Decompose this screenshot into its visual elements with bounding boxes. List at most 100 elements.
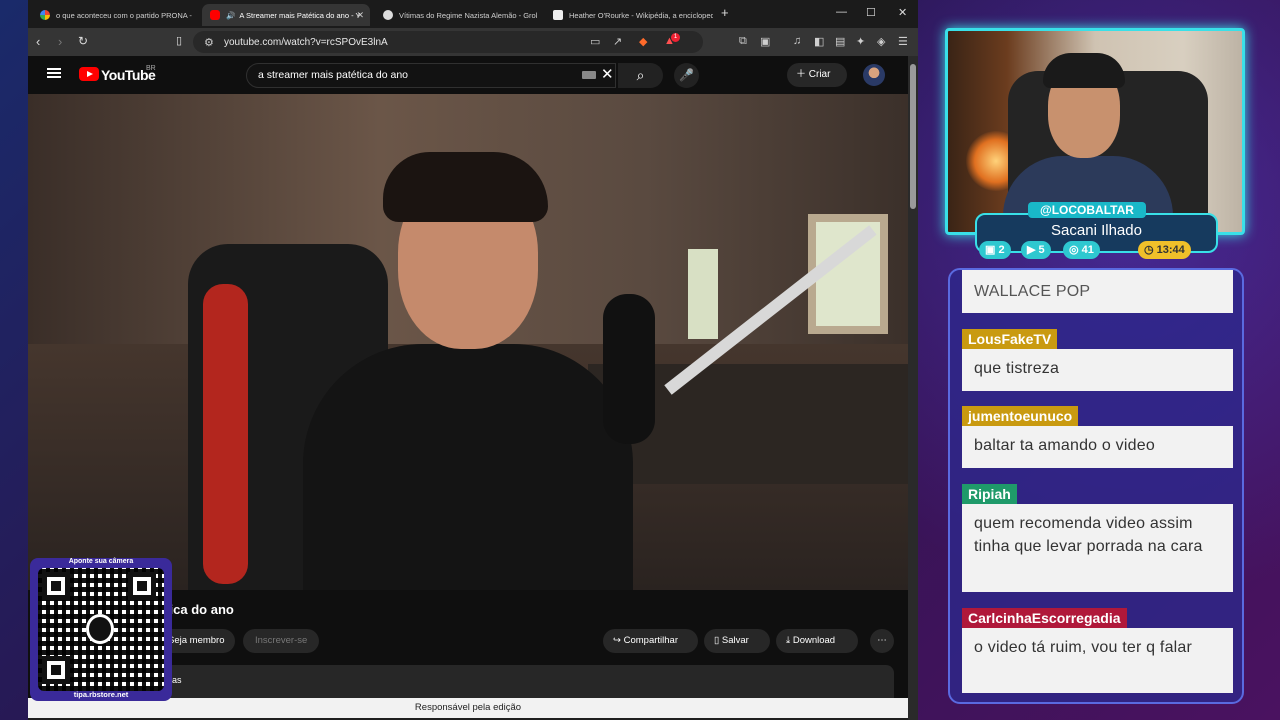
maximize-icon[interactable]: ☐ — [866, 6, 876, 19]
search-query[interactable]: a streamer mais patética do ano — [258, 69, 408, 81]
media-icon[interactable]: ♫ — [793, 35, 801, 47]
reload-icon[interactable]: ↻ — [78, 34, 88, 48]
bookmark-icon[interactable]: ▯ — [176, 34, 182, 47]
create-button[interactable]: ＋ Criar — [787, 63, 847, 87]
tab-strip: o que aconteceu com o partido PRONA - Pe… — [28, 0, 918, 28]
microphone-icon: 🎤 — [679, 68, 694, 82]
share-page-icon[interactable]: ↗ — [613, 35, 622, 48]
stat-time-value: 13:44 — [1156, 244, 1185, 256]
stat-chat-value: 2 — [998, 244, 1005, 256]
google-icon — [40, 10, 50, 20]
search-icon: ⌕ — [636, 67, 645, 83]
chat-username: CarlcinhaEscorregadia — [962, 608, 1127, 628]
share-label: Compartilhar — [623, 635, 678, 646]
play-icon: ▶ — [1027, 244, 1039, 256]
qr-bottom-text: tipa.rbstore.net — [73, 690, 129, 699]
download-label: Download — [792, 635, 836, 646]
vpn-icon[interactable]: ◈ — [877, 35, 885, 48]
url-text[interactable]: youtube.com/watch?v=rcSPOvE3lnA — [224, 37, 388, 48]
cast-icon[interactable]: ▭ — [590, 35, 600, 48]
new-tab-button[interactable]: + — [721, 5, 729, 20]
video-microphone — [603, 294, 655, 444]
tab-title: o que aconteceu com o partido PRONA - Pe — [56, 10, 194, 20]
speaker-icon: 🔊 — [226, 10, 236, 20]
scrollbar-thumb[interactable] — [910, 64, 916, 209]
menu-icon[interactable]: ☰ — [898, 35, 908, 48]
share-button[interactable]: ↪ Compartilhar — [603, 629, 698, 653]
tab-grok[interactable]: Vítimas do Regime Nazista Alemão - Grok — [375, 4, 537, 26]
video-person-hair — [383, 152, 548, 222]
save-button[interactable]: ▯ Salvar — [704, 629, 770, 653]
more-actions-button[interactable]: ⋯ — [870, 629, 894, 653]
chat-username: LousFakeTV — [962, 329, 1058, 349]
chat-message: quem recomenda video assim tinha que lev… — [962, 504, 1233, 592]
webcam-streamer-hair — [1043, 53, 1125, 88]
clear-search-icon[interactable]: ✕ — [601, 65, 614, 83]
extensions-icon[interactable]: ⧉ — [739, 35, 747, 48]
youtube-icon — [210, 10, 220, 20]
stat-chat: ▣ 2 — [979, 241, 1011, 259]
sidebar-icon[interactable]: ◧ — [814, 35, 824, 48]
youtube-header: YouTube BR a streamer mais patética do a… — [28, 56, 908, 94]
chat-bubble-icon: ▣ — [985, 244, 999, 256]
qr-logo-icon — [86, 614, 114, 644]
qr-finder — [42, 656, 70, 684]
stat-videos: ▶ 5 — [1021, 241, 1051, 259]
plus-icon: ＋ — [796, 69, 809, 80]
tab-wikipedia[interactable]: Heather O'Rourke - Wikipédia, a enciclop… — [545, 4, 713, 26]
video-player[interactable] — [28, 94, 908, 590]
chat-message: que tistreza — [962, 349, 1233, 391]
streamer-name: Sacani Ilhado — [1051, 222, 1142, 239]
create-label: Criar — [808, 69, 831, 80]
screenshot-icon[interactable]: ▣ — [760, 35, 770, 48]
youtube-logo-icon[interactable] — [79, 67, 99, 81]
status-bar: Responsável pela edição — [28, 698, 908, 718]
close-window-icon[interactable]: ✕ — [898, 6, 907, 19]
save-label: Salvar — [721, 635, 749, 646]
wallet-icon[interactable]: ▤ — [835, 35, 845, 48]
leo-ai-icon[interactable]: ✦ — [856, 35, 865, 48]
tab-title: Heather O'Rourke - Wikipédia, a enciclop… — [569, 10, 713, 20]
address-bar-row: ‹ › ↻ ▯ ⚙ youtube.com/watch?v=rcSPOvE3ln… — [28, 28, 918, 56]
site-info-icon[interactable]: ⚙ — [204, 36, 214, 49]
stat-viewers-value: 41 — [1081, 244, 1094, 256]
download-icon: ⤓ — [786, 635, 793, 646]
wikipedia-icon — [553, 10, 563, 20]
viewers-icon: ◎ — [1069, 244, 1082, 256]
video-person-body — [303, 344, 633, 590]
forward-icon[interactable]: › — [58, 34, 62, 49]
country-code: BR — [146, 65, 156, 72]
chat-message-partial: WALLACE POP — [962, 270, 1233, 313]
tab-youtube[interactable]: 🔊 A Streamer mais Patética do ano - Y ✕ — [202, 4, 370, 26]
qr-top-text: Aponte sua câmera — [68, 558, 134, 565]
grok-icon — [383, 10, 393, 20]
tab-google[interactable]: o que aconteceu com o partido PRONA - Pe — [32, 4, 194, 26]
hamburger-menu-icon[interactable] — [47, 68, 61, 78]
chat-username: Ripiah — [962, 484, 1017, 504]
brave-shield-icon[interactable]: ◆ — [639, 35, 647, 48]
share-icon: ↪ — [613, 635, 624, 646]
chat-username: jumentoeunuco — [962, 406, 1079, 426]
voice-search-button[interactable]: 🎤 — [674, 63, 699, 88]
search-button[interactable]: ⌕ — [618, 63, 663, 88]
stat-videos-value: 5 — [1038, 244, 1045, 256]
avatar[interactable] — [863, 64, 885, 86]
video-window-small — [688, 249, 718, 339]
bookmark-save-icon: ▯ — [714, 635, 722, 646]
keyboard-icon[interactable] — [582, 71, 596, 79]
more-icon: ⋯ — [877, 635, 887, 646]
tab-title: A Streamer mais Patética do ano - Y — [239, 10, 361, 20]
minimize-icon[interactable]: — — [836, 6, 847, 18]
subscribe-button[interactable]: Inscrever-se — [243, 629, 320, 653]
chat-message: o video tá ruim, vou ter q falar — [962, 628, 1233, 693]
qr-finder — [42, 572, 70, 600]
close-tab-icon[interactable]: ✕ — [356, 10, 364, 21]
streamer-handle: @LOCOBALTAR — [1028, 202, 1146, 218]
notification-badge: 1 — [671, 33, 680, 42]
video-chair-red-stripe — [203, 284, 248, 584]
stat-viewers: ◎ 41 — [1063, 241, 1100, 259]
download-button[interactable]: ⤓ Download — [776, 629, 858, 653]
tab-title: Vítimas do Regime Nazista Alemão - Grok — [399, 10, 537, 20]
back-icon[interactable]: ‹ — [36, 34, 40, 49]
chat-message: baltar ta amando o video — [962, 426, 1233, 468]
